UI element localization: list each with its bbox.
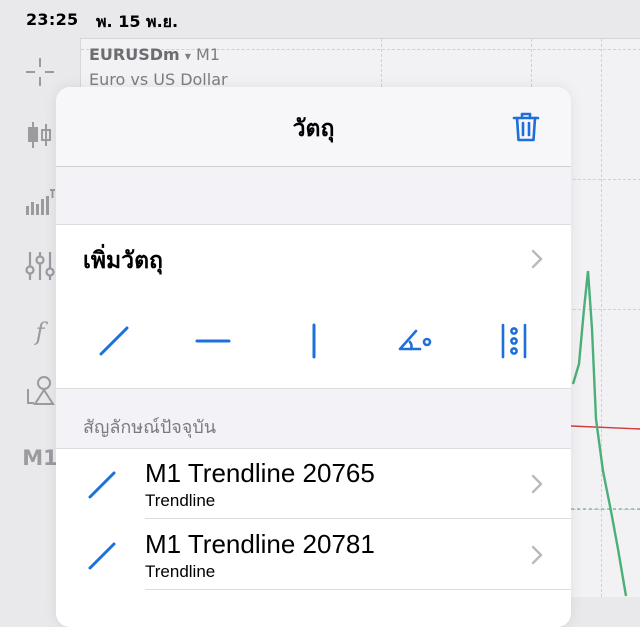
chevron-right-icon xyxy=(531,249,543,269)
settings-sliders-icon[interactable] xyxy=(20,246,60,286)
function-glyph: f xyxy=(35,318,45,346)
timeframe-button[interactable]: M1 xyxy=(20,438,60,478)
status-date: พ. 15 พ.ย. xyxy=(96,12,179,31)
chevron-down-icon: ▾ xyxy=(184,49,191,63)
sheet-title: วัตถุ xyxy=(292,116,335,142)
object-title: M1 Trendline 20781 xyxy=(145,529,375,559)
price-line xyxy=(571,270,628,597)
object-type: Trendline xyxy=(145,562,216,581)
trash-icon xyxy=(512,112,540,142)
horizontal-line-tool-button[interactable] xyxy=(187,315,239,367)
add-object-label: เพิ่มวัตถุ xyxy=(83,248,163,274)
list-item[interactable]: M1 Trendline 20781 Trendline xyxy=(56,520,571,590)
price-level-line xyxy=(570,425,640,430)
fibonacci-tool-button[interactable] xyxy=(488,315,540,367)
chevron-right-icon xyxy=(531,474,543,494)
vertical-line-tool-button[interactable] xyxy=(288,315,340,367)
divider xyxy=(145,518,571,519)
indicators-icon[interactable] xyxy=(20,182,60,222)
horizontal-line-tool-icon xyxy=(195,339,231,343)
sheet-header: วัตถุ xyxy=(56,87,571,167)
vertical-line-tool-icon xyxy=(312,323,316,359)
status-time: 23:25 xyxy=(26,10,79,29)
divider xyxy=(145,589,571,590)
angle-tool-button[interactable] xyxy=(388,315,440,367)
add-object-row[interactable]: เพิ่มวัตถุ xyxy=(56,224,571,294)
objects-icon[interactable] xyxy=(20,370,60,410)
objects-list: M1 Trendline 20765 Trendline M1 Trendlin… xyxy=(56,448,571,627)
timeframe-label: M1 xyxy=(22,446,58,470)
crosshair-icon[interactable] xyxy=(20,52,60,92)
drawing-tools-row xyxy=(56,293,571,389)
object-type: Trendline xyxy=(145,491,216,510)
objects-sheet: วัตถุ เพิ่มวัตถุ สัญลักษณ์ปัจจุบัน M1 Tr… xyxy=(56,87,571,627)
trendline-icon xyxy=(88,542,116,570)
list-item[interactable]: M1 Trendline 20765 Trendline xyxy=(56,449,571,519)
candlestick-icon[interactable] xyxy=(20,115,60,155)
chevron-right-icon xyxy=(531,545,543,565)
trendline-icon xyxy=(88,471,116,499)
angle-tool-icon xyxy=(398,329,432,351)
symbol-timeframe: M1 xyxy=(195,45,220,64)
trendline-tool-icon xyxy=(99,326,129,356)
trendline-tool-button[interactable] xyxy=(88,315,140,367)
delete-all-button[interactable] xyxy=(511,111,541,143)
function-icon[interactable]: f xyxy=(20,312,60,352)
object-title: M1 Trendline 20765 xyxy=(145,458,375,488)
fibonacci-tool-icon xyxy=(501,323,527,359)
symbol-header[interactable]: EURUSDm ▾ M1 xyxy=(89,45,220,64)
section-header-current-symbol: สัญลักษณ์ปัจจุบัน xyxy=(83,417,217,438)
status-bar: 23:25 พ. 15 พ.ย. xyxy=(0,0,640,36)
symbol-name: EURUSDm xyxy=(89,45,180,64)
